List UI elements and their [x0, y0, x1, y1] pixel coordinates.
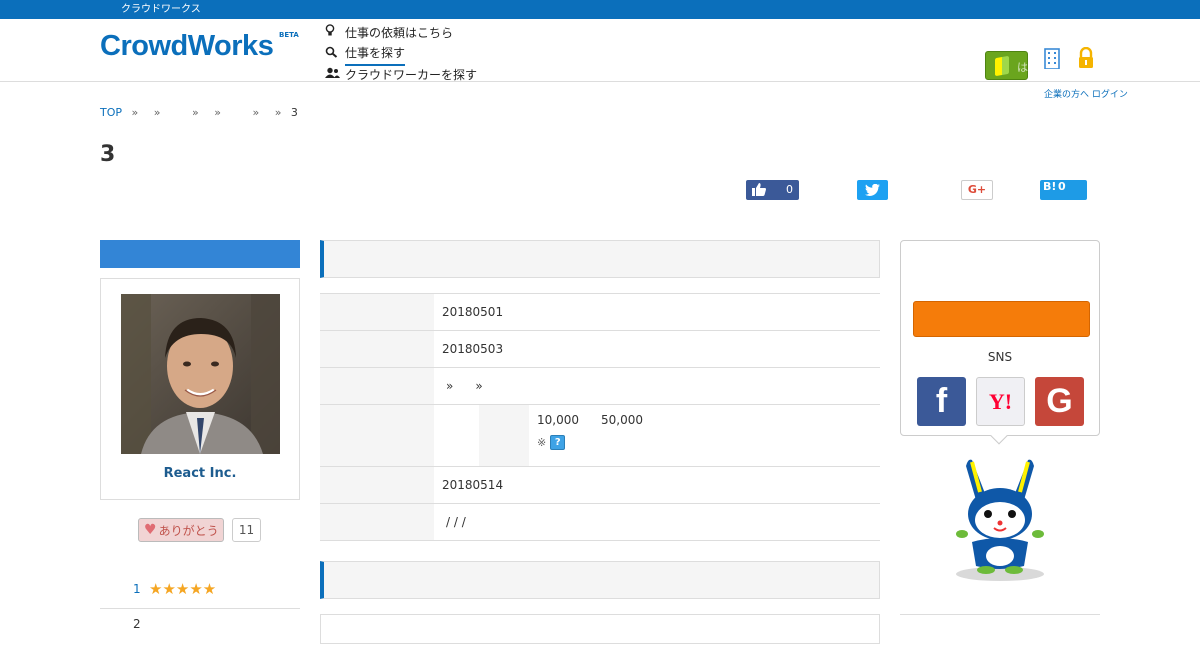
row-header [320, 467, 434, 503]
facebook-login-icon[interactable]: f [917, 377, 966, 426]
row-header [320, 368, 434, 404]
crowdworks-logo[interactable]: CrowdWorks [100, 30, 274, 63]
hatena-bookmark-button[interactable]: B! 0 [1040, 180, 1087, 200]
google-login-icon[interactable]: G [1035, 377, 1084, 426]
nav-find-workers[interactable]: クラウドワーカーを探す [325, 65, 477, 86]
deadline-date: 20180503 [442, 342, 504, 356]
facebook-like-button[interactable]: 0 [746, 180, 799, 200]
table-row: 20180514 [320, 467, 880, 504]
users-icon [325, 65, 340, 86]
sns-label: SNS [987, 350, 1013, 364]
row-header [320, 294, 434, 330]
budget-values: 10,000 50,000 ※ ? [529, 405, 880, 466]
help-icon[interactable]: ? [550, 435, 566, 450]
breadcrumb-current: 3 [290, 106, 298, 119]
lightbulb-icon [325, 23, 339, 44]
bubble-tail [990, 427, 1008, 445]
row-header [320, 504, 434, 540]
hatena-count: 0 [1058, 180, 1066, 193]
budget-sub-header [434, 405, 479, 466]
breadcrumb-sep: » [214, 106, 221, 119]
top-bar-text: クラウドワークス [121, 4, 201, 15]
budget-cell: 10,000 50,000 ※ ? [434, 405, 880, 466]
delivery-date: 20180514 [442, 478, 504, 492]
hatena-label: B! [1043, 180, 1057, 193]
thanks-widget: ♥ ありがとう 11 [138, 518, 261, 542]
nav-find-workers-label: クラウドワーカーを探す [345, 68, 478, 82]
page-title: 3 [100, 142, 116, 167]
client-avatar[interactable] [121, 294, 280, 454]
breadcrumb: TOP » » » » » » 3 [100, 106, 298, 119]
beta-badge: BETA [279, 31, 299, 39]
apply-button[interactable] [913, 301, 1090, 337]
job-detail: 20180501 20180503 » » 10,000 50,000 ※ ? … [320, 240, 880, 644]
main-nav: 仕事の依頼はこちら 仕事を探す クラウドワーカーを探す [325, 23, 477, 86]
client-profile-card: React Inc. [100, 278, 300, 500]
table-row: / / / [320, 504, 880, 541]
job-detail-section-header [320, 240, 880, 278]
table-row: 10,000 50,000 ※ ? [320, 405, 880, 467]
beginner-leaf-icon [995, 55, 1009, 77]
thanks-count: 11 [232, 518, 261, 542]
table-row: 20180503 [320, 331, 880, 368]
budget-sub-header [479, 405, 529, 466]
breadcrumb-sep: » [191, 106, 199, 119]
building-icon[interactable] [1043, 47, 1061, 70]
budget-min: 10,000 [537, 413, 579, 427]
budget-max: 50,000 [601, 413, 643, 427]
breadcrumb-sep: » [252, 106, 260, 119]
thumbs-up-icon [752, 183, 766, 196]
gplus-share-button[interactable]: G+ [961, 180, 993, 200]
lock-icon[interactable] [1077, 46, 1095, 69]
note-mark: ※ [537, 436, 547, 449]
client-sidebar: React Inc. ♥ ありがとう 11 1 ★★★★★ 2 [100, 240, 300, 631]
job-detail-table: 20180501 20180503 » » 10,000 50,000 ※ ? … [320, 293, 880, 541]
nav-post-job-label: 仕事の依頼はこちら [345, 26, 454, 40]
breadcrumb-sep: » [131, 106, 139, 119]
thanks-label: ありがとう [158, 523, 219, 538]
rating-row: 2 [100, 609, 300, 645]
header-links[interactable]: 企業の方へ ログイン [1044, 87, 1128, 100]
rating-number[interactable]: 2 [133, 617, 141, 631]
site-header: CrowdWorks BETA 仕事の依頼はこちら 仕事を探す クラウドワーカー… [0, 19, 1200, 100]
row-header [320, 331, 434, 367]
category-sep: » [475, 379, 483, 393]
twitter-icon [865, 184, 880, 196]
sidebar-divider [900, 614, 1100, 615]
posted-date: 20180501 [442, 305, 504, 319]
apply-box: SNS f Y! G [900, 240, 1100, 445]
nav-find-work-label: 仕事を探す [345, 43, 406, 66]
nav-post-job[interactable]: 仕事の依頼はこちら [325, 23, 477, 44]
apply-sidebar: SNS f Y! G [900, 240, 1100, 615]
table-row: 20180501 [320, 294, 880, 331]
nav-find-work[interactable]: 仕事を探す [325, 43, 477, 66]
client-name[interactable]: React Inc. [101, 466, 299, 481]
rating-row: 1 ★★★★★ [100, 572, 300, 608]
skills: / / / [434, 504, 880, 540]
category-path: » » [434, 368, 880, 404]
yahoo-login-icon[interactable]: Y! [976, 377, 1025, 426]
category-sep: » [446, 379, 454, 393]
heart-icon: ♥ [144, 522, 157, 538]
facebook-like-count: 0 [786, 183, 793, 196]
search-icon [325, 44, 339, 65]
mascot-icon [950, 456, 1050, 582]
breadcrumb-sep: » [153, 106, 161, 119]
thanks-button[interactable]: ♥ ありがとう [138, 518, 224, 542]
client-sidebar-header [100, 240, 300, 268]
rating-stars: ★★★★★ [149, 580, 217, 598]
breadcrumb-sep: » [274, 106, 282, 119]
twitter-share-button[interactable] [857, 180, 888, 200]
job-description-section-header [320, 561, 880, 599]
breadcrumb-top[interactable]: TOP [100, 106, 122, 119]
skills-text: / / / [446, 515, 466, 529]
rating-number[interactable]: 1 [133, 582, 141, 596]
job-description-box [320, 614, 880, 644]
top-bar: クラウドワークス [0, 0, 1200, 19]
row-header [320, 405, 434, 466]
table-row: » » [320, 368, 880, 405]
